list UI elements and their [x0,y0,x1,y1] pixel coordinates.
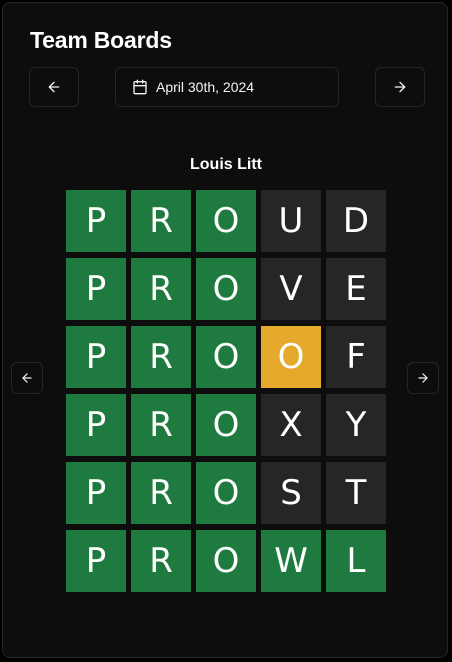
board-tile: O [196,258,256,320]
board-tile: P [66,326,126,388]
next-date-button[interactable] [375,67,425,107]
board-tile: R [131,394,191,456]
board-tile: P [66,530,126,592]
wordle-board: P R O U D P R O V E P R O O F P R O X Y … [66,190,386,592]
board-tile: U [261,190,321,252]
board-tile: R [131,462,191,524]
board-tile: O [196,326,256,388]
board-tile: R [131,530,191,592]
board-tile: V [261,258,321,320]
arrow-left-icon [20,371,34,385]
arrow-right-icon [416,371,430,385]
date-picker-button[interactable]: April 30th, 2024 [115,67,339,107]
board-tile: E [326,258,386,320]
board-tile: R [131,190,191,252]
board-tile: W [261,530,321,592]
board-tile: Y [326,394,386,456]
board-tile: O [196,530,256,592]
board-tile: R [131,258,191,320]
board-tile: X [261,394,321,456]
board-tile: O [196,190,256,252]
next-player-button[interactable] [407,362,439,394]
arrow-left-icon [46,79,62,95]
arrow-right-icon [392,79,408,95]
player-name: Louis Litt [190,156,262,173]
board-tile: L [326,530,386,592]
previous-date-button[interactable] [29,67,79,107]
board-tile: P [66,394,126,456]
board-tile: R [131,326,191,388]
board-tile: O [196,394,256,456]
board-tile: O [261,326,321,388]
board-tile: P [66,462,126,524]
board-tile: P [66,258,126,320]
date-label: April 30th, 2024 [156,79,255,95]
board-tile: P [66,190,126,252]
board-tile: F [326,326,386,388]
board-tile: D [326,190,386,252]
calendar-icon [132,79,148,95]
board-tile: S [261,462,321,524]
previous-player-button[interactable] [11,362,43,394]
page-title: Team Boards [30,27,172,53]
board-tile: O [196,462,256,524]
board-tile: T [326,462,386,524]
